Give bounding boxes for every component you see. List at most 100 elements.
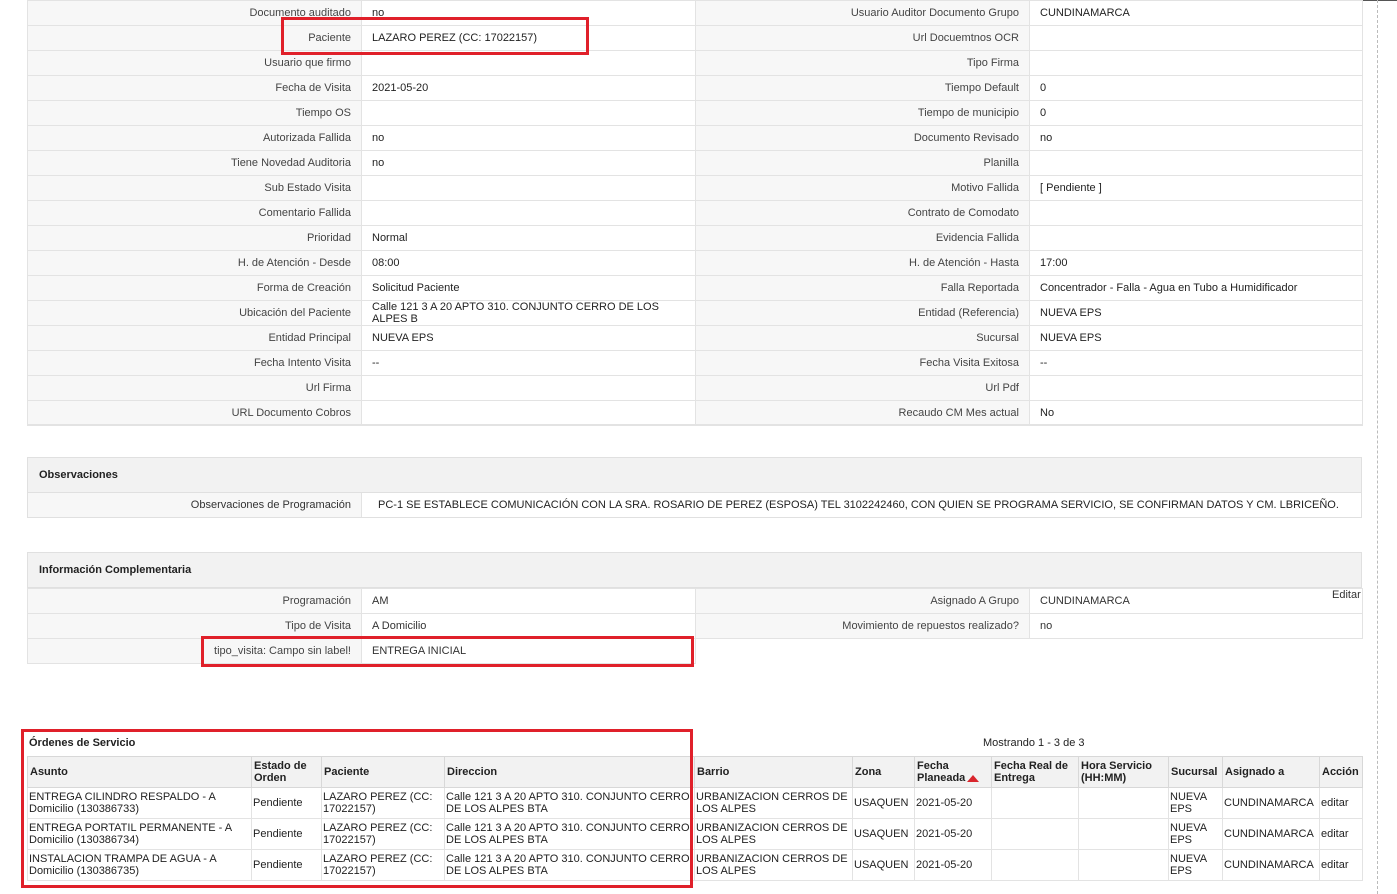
order-fecha-real: [991, 849, 1079, 881]
field-label: Programación: [27, 588, 362, 614]
detail-table: Documento auditado no Usuario Auditor Docu…: [27, 0, 1363, 426]
field-value: NUEVA EPS: [361, 325, 696, 351]
field-value: no: [361, 0, 696, 26]
field-label: Comentario Fallida: [27, 200, 362, 226]
complementaria-row: Tipo de Visita A Domicilio Movimiento de r…: [27, 613, 1363, 639]
column-header-label: Hora Servicio (HH:MM): [1081, 760, 1152, 784]
field-label: Url Pdf: [695, 375, 1030, 401]
detail-row: URL Documento Cobros Recaudo CM Mes actua…: [27, 400, 1363, 426]
column-header-label: Acción: [1322, 766, 1359, 778]
field-value: No: [1029, 400, 1363, 426]
complementaria-row: Programación AM Asignado A Grupo CUNDINAMAR…: [27, 588, 1363, 614]
order-hora: [1078, 849, 1169, 881]
column-header[interactable]: Acción: [1319, 756, 1363, 788]
field-label: Motivo Fallida: [695, 175, 1030, 201]
editar-order-link[interactable]: editar: [1319, 818, 1363, 850]
column-header[interactable]: Estado de Orden: [251, 756, 322, 788]
detail-row: Prioridad Normal Evidencia Fallida: [27, 225, 1363, 251]
column-header[interactable]: Sucursal: [1168, 756, 1223, 788]
field-value: [1029, 225, 1363, 251]
detail-row: Url Firma Url Pdf: [27, 375, 1363, 401]
field-label: Fecha de Visita: [27, 75, 362, 101]
column-header[interactable]: Zona: [852, 756, 915, 788]
field-value: [361, 400, 696, 426]
field-label: Documento Revisado: [695, 125, 1030, 151]
column-header[interactable]: Fecha Planeada: [914, 756, 992, 788]
column-header-label: Asunto: [30, 766, 68, 778]
detail-row: Tiene Novedad Auditoria no Planilla: [27, 150, 1363, 176]
column-header-label: Asignado a: [1225, 766, 1285, 778]
column-header[interactable]: Asunto: [27, 756, 252, 788]
column-header[interactable]: Barrio: [694, 756, 853, 788]
observaciones-row: Observaciones de Programación PC-1 SE ES…: [27, 492, 1362, 518]
order-asignado: CUNDINAMARCA: [1222, 787, 1320, 819]
field-label: Asignado A Grupo: [695, 588, 1030, 614]
field-value: [1029, 200, 1363, 226]
field-value: [ Pendiente ]: [1029, 175, 1363, 201]
editar-link[interactable]: Editar: [1332, 589, 1361, 601]
detail-row: Fecha Intento Visita -- Fecha Visita Exito…: [27, 350, 1363, 376]
column-header[interactable]: Asignado a: [1222, 756, 1320, 788]
field-label: Paciente: [27, 25, 362, 51]
orders-title: Órdenes de Servicio: [29, 737, 136, 749]
field-label: Fecha Intento Visita: [27, 350, 362, 376]
column-header-label: Fecha Planeada: [917, 760, 966, 784]
dashed-divider: [1377, 0, 1378, 894]
field-label: Falla Reportada: [695, 275, 1030, 301]
field-value: 0: [1029, 75, 1363, 101]
orders-table: Asunto Estado de Orden Paciente Direccion Ba…: [27, 756, 1363, 881]
field-label: Tiempo de municipio: [695, 100, 1030, 126]
field-value: 2021-05-20: [361, 75, 696, 101]
field-value: --: [361, 350, 696, 376]
empty-cell: [1029, 638, 1363, 664]
field-label: Usuario Auditor Documento Grupo: [695, 0, 1030, 26]
detail-row: Entidad Principal NUEVA EPS Sucursal NUEVA …: [27, 325, 1363, 351]
field-value: [361, 100, 696, 126]
column-header-label: Direccion: [447, 766, 498, 778]
field-label: Tiempo Default: [695, 75, 1030, 101]
order-hora: [1078, 818, 1169, 850]
field-value: [1029, 50, 1363, 76]
table-row[interactable]: ENTREGA CILINDRO RESPALDO - A Domicilio …: [27, 787, 1363, 819]
field-label: Sub Estado Visita: [27, 175, 362, 201]
order-asunto: INSTALACION TRAMPA DE AGUA - A Domicilio…: [27, 849, 252, 881]
complementaria-title: Información Complementaria: [39, 564, 192, 576]
field-value: LAZARO PEREZ (CC: 17022157): [361, 25, 696, 51]
order-zona: USAQUEN: [852, 849, 915, 881]
field-value: A Domicilio: [361, 613, 696, 639]
field-value: Calle 121 3 A 20 APTO 310. CONJUNTO CERR…: [361, 300, 696, 326]
column-header[interactable]: Paciente: [321, 756, 445, 788]
order-direccion: Calle 121 3 A 20 APTO 310. CONJUNTO CERR…: [444, 849, 695, 881]
order-direccion: Calle 121 3 A 20 APTO 310. CONJUNTO CERR…: [444, 787, 695, 819]
table-row[interactable]: ENTREGA PORTATIL PERMANENTE - A Domicili…: [27, 818, 1363, 850]
column-header[interactable]: Direccion: [444, 756, 695, 788]
order-zona: USAQUEN: [852, 787, 915, 819]
column-header[interactable]: Hora Servicio (HH:MM): [1078, 756, 1169, 788]
detail-row: Fecha de Visita 2021-05-20 Tiempo Default 0: [27, 75, 1363, 101]
field-label: Tiene Novedad Auditoria: [27, 150, 362, 176]
field-label: Ubicación del Paciente: [27, 300, 362, 326]
editar-order-link[interactable]: editar: [1319, 787, 1363, 819]
column-header[interactable]: Fecha Real de Entrega: [991, 756, 1079, 788]
order-estado: Pendiente: [251, 818, 322, 850]
order-fecha: 2021-05-20: [914, 818, 992, 850]
field-label: Fecha Visita Exitosa: [695, 350, 1030, 376]
table-row[interactable]: INSTALACION TRAMPA DE AGUA - A Domicilio…: [27, 849, 1363, 881]
column-header-label: Fecha Real de Entrega: [994, 760, 1068, 784]
detail-row: Usuario que firmo Tipo Firma: [27, 50, 1363, 76]
orders-pagination-status: Mostrando 1 - 3 de 3: [983, 737, 1085, 749]
field-value: Solicitud Paciente: [361, 275, 696, 301]
order-paciente: LAZARO PEREZ (CC: 17022157): [321, 849, 445, 881]
field-value: no: [1029, 125, 1363, 151]
field-label: Url Firma: [27, 375, 362, 401]
sort-ascending-icon[interactable]: [967, 774, 980, 782]
order-sucursal: NUEVA EPS: [1168, 787, 1223, 819]
field-label: Evidencia Fallida: [695, 225, 1030, 251]
field-value: [361, 50, 696, 76]
editar-order-link[interactable]: editar: [1319, 849, 1363, 881]
field-value: 08:00: [361, 250, 696, 276]
field-label: Recaudo CM Mes actual: [695, 400, 1030, 426]
column-header-label: Sucursal: [1171, 766, 1218, 778]
order-fecha-real: [991, 787, 1079, 819]
field-value: 0: [1029, 100, 1363, 126]
